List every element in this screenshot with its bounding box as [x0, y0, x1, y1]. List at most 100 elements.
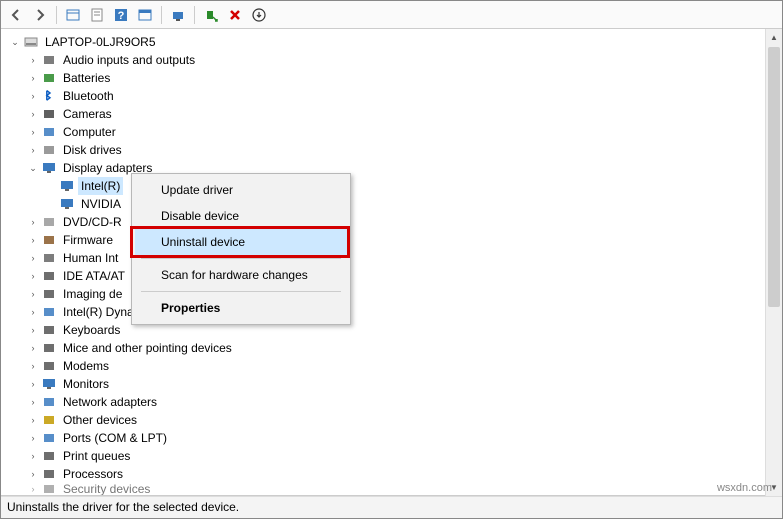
security-icon: [41, 483, 57, 495]
tree-category[interactable]: › Ports (COM & LPT): [9, 429, 782, 447]
tree-item-label: Audio inputs and outputs: [60, 51, 198, 69]
dvd-icon: [41, 214, 57, 230]
tree-item-label: Cameras: [60, 105, 115, 123]
context-menu-separator: [141, 258, 341, 259]
properties-button[interactable]: [86, 4, 108, 26]
battery-icon: [41, 70, 57, 86]
tree-category[interactable]: › Mice and other pointing devices: [9, 339, 782, 357]
expand-icon[interactable]: ›: [27, 432, 39, 444]
tree-item-label: Modems: [60, 357, 112, 375]
expand-icon[interactable]: ›: [27, 342, 39, 354]
tree-category[interactable]: › Imaging de: [9, 285, 782, 303]
tree-item-label: Mice and other pointing devices: [60, 339, 235, 357]
tree-category[interactable]: ›Other devices: [9, 411, 782, 429]
expand-icon[interactable]: ›: [27, 306, 39, 318]
watermark: wsxdn.com: [717, 482, 772, 494]
tree-category[interactable]: ›Human Int: [9, 249, 782, 267]
expand-icon[interactable]: ›: [27, 108, 39, 120]
tree-category[interactable]: › Cameras: [9, 105, 782, 123]
display-icon: [41, 160, 57, 176]
add-legacy-button[interactable]: [200, 4, 222, 26]
toolbar-sep: [194, 6, 195, 24]
display-icon: [59, 196, 75, 212]
expand-icon[interactable]: ›: [27, 216, 39, 228]
tree-item-label: Computer: [60, 123, 119, 141]
tree-device[interactable]: ›Intel(R): [9, 177, 782, 195]
tree-root[interactable]: ⌄LAPTOP-0LJR9OR5: [9, 33, 782, 51]
expand-icon[interactable]: ›: [27, 450, 39, 462]
tree-item-label: Security devices: [60, 483, 153, 495]
scan-button[interactable]: [167, 4, 189, 26]
expand-icon[interactable]: ›: [27, 483, 39, 495]
svg-text:?: ?: [118, 10, 125, 22]
expand-icon[interactable]: ›: [27, 72, 39, 84]
tree-category[interactable]: ›DVD/CD-R: [9, 213, 782, 231]
tree-category[interactable]: › Audio inputs and outputs: [9, 51, 782, 69]
context-menu-item[interactable]: Uninstall device: [135, 229, 347, 255]
expand-icon[interactable]: ›: [27, 360, 39, 372]
expand-icon[interactable]: ›: [27, 324, 39, 336]
tree-category[interactable]: ›Intel(R) Dynamic Platform and Thermal F…: [9, 303, 782, 321]
context-menu-item[interactable]: Properties: [135, 295, 347, 321]
collapse-icon[interactable]: ⌄: [9, 36, 21, 48]
context-menu[interactable]: Update driverDisable deviceUninstall dev…: [131, 173, 351, 325]
context-menu-item[interactable]: Update driver: [135, 177, 347, 203]
uninstall-button[interactable]: [224, 4, 246, 26]
collapse-icon[interactable]: ⌄: [27, 162, 39, 174]
expand-icon[interactable]: ›: [27, 414, 39, 426]
tree-category[interactable]: › Network adapters: [9, 393, 782, 411]
tree-category[interactable]: ›Batteries: [9, 69, 782, 87]
tree-category[interactable]: ⌄Display adapters: [9, 159, 782, 177]
tree-category[interactable]: › Computer: [9, 123, 782, 141]
ports-icon: [41, 430, 57, 446]
status-bar: Uninstalls the driver for the selected d…: [1, 496, 782, 518]
scroll-thumb[interactable]: [768, 47, 780, 307]
tree-category[interactable]: › Security devices: [9, 483, 782, 495]
expand-icon[interactable]: ›: [27, 468, 39, 480]
bluetooth-icon: [41, 88, 57, 104]
view-button[interactable]: [62, 4, 84, 26]
tree-category[interactable]: ›Print queues: [9, 447, 782, 465]
tree-category[interactable]: › Modems: [9, 357, 782, 375]
expand-icon[interactable]: ›: [27, 126, 39, 138]
cpu-icon: [41, 466, 57, 482]
device-tree[interactable]: ⌄LAPTOP-0LJR9OR5 › Audio inputs and output…: [1, 29, 782, 496]
down-button[interactable]: [248, 4, 270, 26]
context-menu-item[interactable]: Scan for hardware changes: [135, 262, 347, 288]
expand-icon[interactable]: ›: [27, 54, 39, 66]
display-icon: [59, 178, 75, 194]
back-button[interactable]: [5, 4, 27, 26]
scroll-up-icon[interactable]: ▲: [766, 29, 782, 46]
expand-icon[interactable]: ›: [27, 288, 39, 300]
expand-icon[interactable]: ›: [27, 144, 39, 156]
context-menu-item[interactable]: Disable device: [135, 203, 347, 229]
expand-icon[interactable]: ›: [27, 252, 39, 264]
forward-button[interactable]: [29, 4, 51, 26]
hid-icon: [41, 250, 57, 266]
tree-category[interactable]: ›Bluetooth: [9, 87, 782, 105]
tree-item-label: Monitors: [60, 375, 112, 393]
network-icon: [41, 394, 57, 410]
tree-category[interactable]: ›Keyboards: [9, 321, 782, 339]
tree-category[interactable]: ›Disk drives: [9, 141, 782, 159]
firmware-icon: [41, 232, 57, 248]
expand-icon[interactable]: ›: [27, 378, 39, 390]
imaging-icon: [41, 286, 57, 302]
update-button[interactable]: [134, 4, 156, 26]
modem-icon: [41, 358, 57, 374]
tree-category[interactable]: ›IDE ATA/AT: [9, 267, 782, 285]
chip-icon: [41, 304, 57, 320]
tree-device[interactable]: ›NVIDIA: [9, 195, 782, 213]
tree-item-label: Imaging de: [60, 285, 125, 303]
expand-icon[interactable]: ›: [27, 396, 39, 408]
expand-icon[interactable]: ›: [27, 90, 39, 102]
tree-category[interactable]: › Monitors: [9, 375, 782, 393]
tree-category[interactable]: ›Firmware: [9, 231, 782, 249]
tree-item-label: Ports (COM & LPT): [60, 429, 170, 447]
expand-icon[interactable]: ›: [27, 234, 39, 246]
tree-item-label: Network adapters: [60, 393, 160, 411]
vertical-scrollbar[interactable]: ▲ ▼: [765, 29, 782, 496]
expand-icon[interactable]: ›: [27, 270, 39, 282]
help-button[interactable]: ?: [110, 4, 132, 26]
tree-category[interactable]: ›Processors: [9, 465, 782, 483]
